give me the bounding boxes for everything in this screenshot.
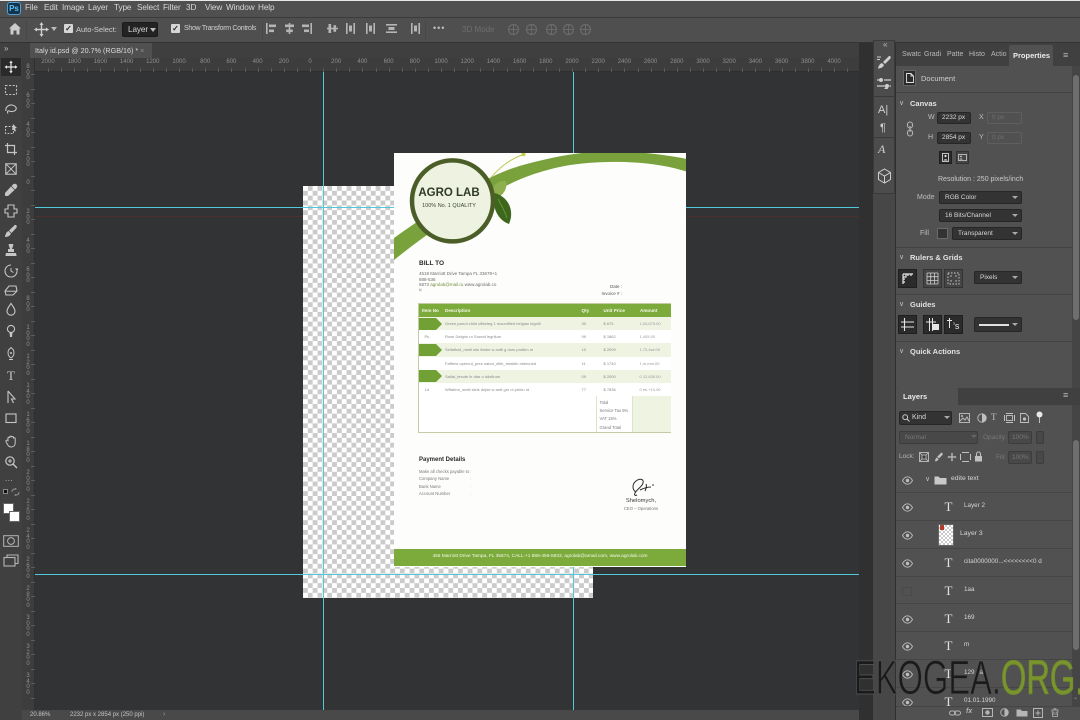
svg-text:T: T [7,368,15,382]
svg-text:’s: ’s [953,321,960,331]
